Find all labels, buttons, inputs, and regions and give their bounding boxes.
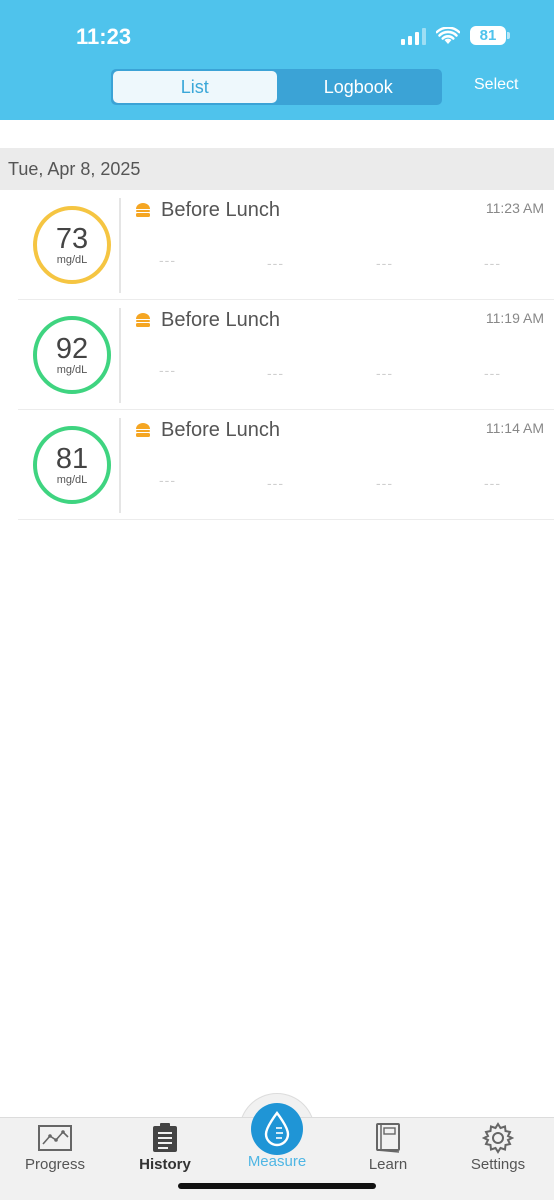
meal-label: Before Lunch [161,309,280,331]
reading-row[interactable]: 73 mg/dL Before Lunch 11:23 AM --- --- -… [18,190,554,300]
app-header: 11:23 81 List Logbook Select [0,0,554,120]
divider-line [119,198,121,293]
glucose-unit: mg/dL [56,474,88,486]
tab-label: Learn [368,1156,408,1173]
placeholder-dash: --- [376,365,393,381]
glucose-value: 92 [55,333,89,365]
placeholder-dash: --- [159,472,176,488]
glucose-ring: 73 mg/dL [33,206,111,284]
date-section-header: Tue, Apr 8, 2025 [0,148,554,190]
reading-row[interactable]: 81 mg/dL Before Lunch 11:14 AM --- --- -… [18,410,554,520]
reading-time: 11:23 AM [485,200,544,216]
segment-list[interactable]: List [113,71,277,103]
reading-time: 11:14 AM [485,420,544,436]
glucose-value: 81 [55,443,89,475]
tab-label: Settings [470,1156,526,1173]
clipboard-icon [153,1123,177,1152]
chart-icon [38,1125,72,1151]
wifi-icon [436,26,460,44]
reading-row[interactable]: 92 mg/dL Before Lunch 11:19 AM --- --- -… [18,300,554,410]
tab-learn[interactable]: Learn [333,1118,443,1178]
burger-icon [136,423,150,437]
placeholder-dash: --- [484,255,501,271]
select-button[interactable]: Select [474,76,518,94]
status-time: 11:23 [76,24,132,49]
glucose-value: 73 [55,223,89,255]
reading-time: 11:19 AM [485,310,544,326]
divider-line [119,418,121,513]
tab-label: Progress [24,1156,86,1173]
burger-icon [136,313,150,327]
glucose-unit: mg/dL [56,364,88,376]
tab-history[interactable]: History [110,1118,220,1178]
placeholder-dash: --- [267,475,284,491]
glucose-ring: 92 mg/dL [33,316,111,394]
view-segmented-control: List Logbook [110,68,443,106]
divider-line [119,308,121,403]
cellular-signal-icon [401,27,426,45]
segment-logbook[interactable]: Logbook [277,71,441,103]
tab-measure[interactable] [251,1103,303,1155]
tab-progress[interactable]: Progress [0,1118,110,1178]
placeholder-dash: --- [484,475,501,491]
meal-label: Before Lunch [161,419,280,441]
gear-icon [482,1122,514,1154]
placeholder-dash: --- [267,255,284,271]
placeholder-dash: --- [159,362,176,378]
placeholder-dash: --- [267,365,284,381]
status-icons: 81 [401,26,510,45]
home-indicator [178,1183,376,1189]
placeholder-dash: --- [484,365,501,381]
battery-icon: 81 [470,26,510,45]
tab-label: History [139,1156,191,1173]
drop-icon [264,1111,290,1147]
tab-settings[interactable]: Settings [443,1118,553,1178]
glucose-unit: mg/dL [56,254,88,266]
placeholder-dash: --- [376,255,393,271]
readings-list: 73 mg/dL Before Lunch 11:23 AM --- --- -… [0,190,554,520]
placeholder-dash: --- [159,252,176,268]
book-icon [376,1123,400,1153]
placeholder-dash: --- [376,475,393,491]
meal-label: Before Lunch [161,199,280,221]
glucose-ring: 81 mg/dL [33,426,111,504]
tab-label: Measure [247,1153,307,1170]
burger-icon [136,203,150,217]
